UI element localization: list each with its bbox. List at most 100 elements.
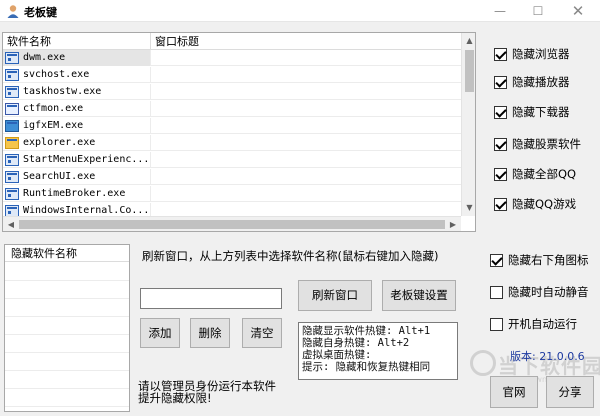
checkbox-checked-icon[interactable] (494, 137, 507, 151)
checkbox-checked-icon[interactable] (494, 167, 507, 181)
vertical-scrollbar[interactable]: ▲ ▼ (461, 33, 475, 216)
process-row[interactable]: dwm.exe (3, 50, 461, 66)
checkbox-checked-icon[interactable] (490, 253, 503, 267)
checkbox-checked-icon[interactable] (494, 75, 507, 89)
checkbox-label: 隐藏浏览器 (512, 47, 570, 61)
list-gridline (5, 334, 129, 335)
process-name-cell[interactable]: svchost.exe (3, 67, 151, 83)
checkbox-label: 开机自动运行 (508, 317, 577, 331)
checkbox-label: 隐藏右下角图标 (508, 253, 589, 267)
process-row[interactable]: taskhostw.exe (3, 84, 461, 100)
column-header-software-name[interactable]: 软件名称 (3, 33, 151, 50)
checkbox-option[interactable]: 隐藏浏览器 (494, 46, 570, 62)
list-gridline (5, 388, 129, 389)
process-rows: dwm.exe svchost.exe taskhostw.exe ctfmon.ex… (3, 50, 461, 219)
scroll-up-arrow-icon[interactable]: ▲ (462, 35, 475, 47)
admin-note: 请以管理员身份运行本软件 提升隐藏权限! (138, 380, 276, 404)
hotkey-line: 虚拟桌面热键: (302, 349, 372, 361)
title-bar: 老板键 — ☐ ✕ (0, 0, 600, 22)
pen-icon (5, 103, 19, 115)
checkbox-option[interactable]: 隐藏全部QQ (494, 166, 576, 182)
checkbox-unchecked-icon[interactable] (490, 285, 503, 299)
scroll-down-arrow-icon[interactable]: ▼ (462, 202, 475, 214)
hotkey-info-box[interactable]: 隐藏显示软件热键: Alt+1 隐藏自身热键: Alt+2 虚拟桌面热键: 提示… (298, 322, 458, 380)
process-name-cell[interactable]: taskhostw.exe (3, 84, 151, 100)
checkbox-option[interactable]: 隐藏时自动静音 (490, 284, 589, 300)
share-button[interactable]: 分享 (546, 376, 594, 408)
add-button[interactable]: 添加 (140, 318, 180, 348)
scroll-right-arrow-icon[interactable]: ▶ (447, 218, 459, 231)
checkbox-option[interactable]: 隐藏股票软件 (494, 136, 581, 152)
process-list-header: 软件名称 窗口标题 (3, 33, 461, 50)
maximize-button[interactable]: ☐ (518, 0, 558, 22)
list-gridline (5, 316, 129, 317)
hidden-list-header: 隐藏软件名称 (5, 245, 129, 262)
checkbox-label: 隐藏全部QQ (512, 167, 577, 181)
process-name-cell[interactable]: RuntimeBroker.exe (3, 186, 151, 202)
process-name-cell[interactable]: explorer.exe (3, 135, 151, 151)
close-button[interactable]: ✕ (558, 0, 598, 22)
process-name: dwm.exe (23, 52, 66, 63)
list-gridline (5, 280, 129, 281)
app-window-icon (5, 52, 19, 64)
process-row[interactable]: igfxEM.exe (3, 118, 461, 134)
process-name: RuntimeBroker.exe (23, 188, 126, 199)
process-row[interactable]: ctfmon.exe (3, 101, 461, 117)
column-header-window-title[interactable]: 窗口标题 (151, 33, 461, 50)
horizontal-scroll-thumb[interactable] (19, 220, 445, 229)
app-window-icon (5, 69, 19, 81)
process-name-cell[interactable]: StartMenuExperienc... (3, 152, 151, 168)
list-gridline (5, 298, 129, 299)
process-row[interactable]: svchost.exe (3, 67, 461, 83)
process-name-cell[interactable]: igfxEM.exe (3, 118, 151, 134)
graphics-icon (5, 120, 19, 132)
process-name: SearchUI.exe (23, 171, 96, 182)
process-row[interactable]: RuntimeBroker.exe (3, 186, 461, 202)
process-row[interactable]: SearchUI.exe (3, 169, 461, 185)
instruction-text: 刷新窗口，从上方列表中选择软件名称(鼠标右键加入隐藏) (142, 249, 439, 263)
app-logo-icon (7, 5, 19, 18)
hotkey-line: 隐藏自身热键: Alt+2 (302, 337, 410, 349)
horizontal-scrollbar[interactable]: ◀ ▶ (3, 216, 461, 231)
boss-key-settings-button[interactable]: 老板键设置 (382, 280, 456, 311)
checkbox-option[interactable]: 隐藏下载器 (494, 104, 570, 120)
checkbox-option[interactable]: 隐藏右下角图标 (490, 252, 589, 268)
process-row[interactable]: explorer.exe (3, 135, 461, 151)
process-name: igfxEM.exe (23, 120, 84, 131)
process-name-cell[interactable]: dwm.exe (3, 50, 151, 66)
checkbox-label: 隐藏股票软件 (512, 137, 581, 151)
checkbox-option[interactable]: 隐藏QQ游戏 (494, 196, 576, 212)
process-name-cell[interactable]: SearchUI.exe (3, 169, 151, 185)
checkbox-checked-icon[interactable] (494, 47, 507, 61)
checkbox-unchecked-icon[interactable] (490, 317, 503, 331)
app-window-icon (5, 188, 19, 200)
scroll-left-arrow-icon[interactable]: ◀ (5, 218, 17, 231)
process-name-cell[interactable]: ctfmon.exe (3, 101, 151, 117)
window-title: 老板键 (24, 6, 57, 19)
checkbox-label: 隐藏播放器 (512, 75, 570, 89)
version-label: 版本: 21.0.0.6 (510, 350, 585, 363)
process-list[interactable]: 软件名称 窗口标题 dwm.exe svchost.exe taskhostw.ex… (2, 32, 476, 232)
clear-button[interactable]: 清空 (242, 318, 282, 348)
checkbox-label: 隐藏时自动静音 (508, 285, 589, 299)
website-button[interactable]: 官网 (490, 376, 538, 408)
software-name-input[interactable] (140, 288, 282, 309)
delete-button[interactable]: 删除 (190, 318, 230, 348)
hotkey-line: 隐藏显示软件热键: Alt+1 (302, 325, 431, 337)
vertical-scroll-thumb[interactable] (465, 50, 474, 92)
checkbox-option[interactable]: 开机自动运行 (490, 316, 577, 332)
checkbox-label: 隐藏QQ游戏 (512, 197, 577, 211)
checkbox-checked-icon[interactable] (494, 197, 507, 211)
process-name: ctfmon.exe (23, 103, 84, 114)
process-row[interactable]: StartMenuExperienc... (3, 152, 461, 168)
minimize-button[interactable]: — (480, 0, 520, 22)
checkbox-option[interactable]: 隐藏播放器 (494, 74, 570, 90)
list-gridline (5, 406, 129, 407)
hidden-software-list[interactable]: 隐藏软件名称 (4, 244, 130, 412)
checkbox-checked-icon[interactable] (494, 105, 507, 119)
app-window-icon (5, 171, 19, 183)
app-window-icon (5, 154, 19, 166)
refresh-window-button[interactable]: 刷新窗口 (298, 280, 372, 311)
app-window-icon (5, 86, 19, 98)
process-name: explorer.exe (23, 137, 96, 148)
